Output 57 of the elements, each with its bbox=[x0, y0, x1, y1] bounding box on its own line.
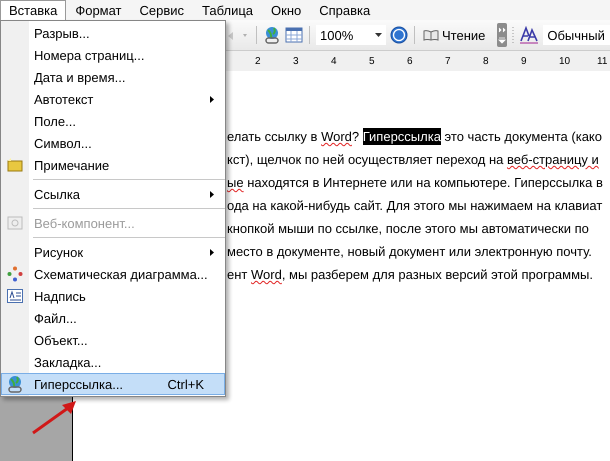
document-line: ода на какой-нибудь сайт. Для этого мы нажимаем на клавиат bbox=[227, 197, 602, 215]
menu-item[interactable]: Файл... bbox=[1, 307, 225, 329]
menu-item[interactable]: Примечание bbox=[1, 154, 225, 176]
document-line: кст), щелчок по ней осуществляет переход на веб-страницу и bbox=[227, 151, 599, 169]
web-component-icon bbox=[7, 216, 23, 230]
menu-bar-item[interactable]: Справка bbox=[310, 0, 380, 20]
ruler-number: 7 bbox=[445, 56, 452, 66]
submenu-arrow-icon bbox=[210, 190, 214, 198]
book-icon bbox=[423, 29, 439, 41]
document-line: место в документе, новый документ или электронную почту. bbox=[227, 243, 592, 261]
menu-item[interactable]: Поле... bbox=[1, 110, 225, 132]
globe-link-icon bbox=[6, 375, 24, 393]
menu-item[interactable]: Дата и время... bbox=[1, 66, 225, 88]
globe-link-icon[interactable] bbox=[263, 26, 281, 44]
menu-item[interactable]: Автотекст bbox=[1, 88, 225, 110]
menu-bar-item[interactable]: Сервис bbox=[130, 0, 194, 20]
document-line: ые находятся в Интернете или на компьютере. Гиперссылка в bbox=[227, 174, 603, 192]
menu-item[interactable]: Схематическая диаграмма... bbox=[1, 263, 225, 285]
menu-item[interactable]: Символ... bbox=[1, 132, 225, 154]
table-icon[interactable] bbox=[285, 27, 303, 43]
ruler-number: 5 bbox=[369, 56, 376, 66]
help-icon[interactable] bbox=[390, 26, 408, 44]
note-icon bbox=[7, 158, 23, 172]
menu-item[interactable]: Номера страниц... bbox=[1, 44, 225, 66]
toolbar-grip-icon[interactable] bbox=[511, 25, 516, 45]
ruler-number: 4 bbox=[331, 56, 338, 66]
ruler-number: 6 bbox=[407, 56, 414, 66]
menu-bar-item[interactable]: Формат bbox=[66, 0, 131, 20]
ruler-number: 9 bbox=[521, 56, 528, 66]
ruler-number: 2 bbox=[255, 56, 262, 66]
submenu-arrow-icon bbox=[210, 96, 214, 102]
style-field[interactable]: Обычный bbox=[543, 25, 610, 45]
menu-bar-item[interactable]: Окно bbox=[262, 0, 310, 20]
zoom-dropdown[interactable]: 100% bbox=[316, 25, 386, 45]
menu-item[interactable]: Разрыв... bbox=[1, 22, 225, 44]
ruler-number: 3 bbox=[293, 56, 300, 66]
caret-icon bbox=[375, 33, 382, 37]
document-line: елать ссылку в Word? Гиперссылка это часть документа (како bbox=[227, 127, 602, 147]
styles-icon[interactable] bbox=[519, 26, 540, 44]
document-line: ент Word, мы разберем для разных версий этой программы. bbox=[227, 266, 593, 284]
menu-item[interactable]: Гиперссылка... Ctrl+K bbox=[1, 373, 225, 395]
menu-item[interactable]: Объект... bbox=[1, 329, 225, 351]
menu-item[interactable]: Ссылка bbox=[1, 183, 225, 205]
ruler-number: 11 bbox=[597, 56, 608, 66]
menu-item[interactable]: Закладка... bbox=[1, 351, 225, 373]
ruler-number: 10 bbox=[559, 56, 572, 66]
submenu-arrow-icon bbox=[210, 248, 214, 256]
reading-button[interactable]: Чтение bbox=[421, 28, 492, 42]
diagram-icon bbox=[7, 266, 23, 282]
text-box-icon bbox=[7, 289, 23, 303]
toolbar-options-icon[interactable] bbox=[497, 23, 508, 47]
menu-bar-item[interactable]: Вставка bbox=[0, 0, 66, 20]
menu-bar-item[interactable]: Таблица bbox=[193, 0, 262, 20]
menu-item[interactable]: Надпись bbox=[1, 285, 225, 307]
ruler-number: 8 bbox=[483, 56, 490, 66]
document-line: кнопкой мыши по ссылке, после этого мы автоматически по bbox=[227, 220, 589, 238]
menu-item[interactable]: Рисунок bbox=[1, 241, 225, 263]
